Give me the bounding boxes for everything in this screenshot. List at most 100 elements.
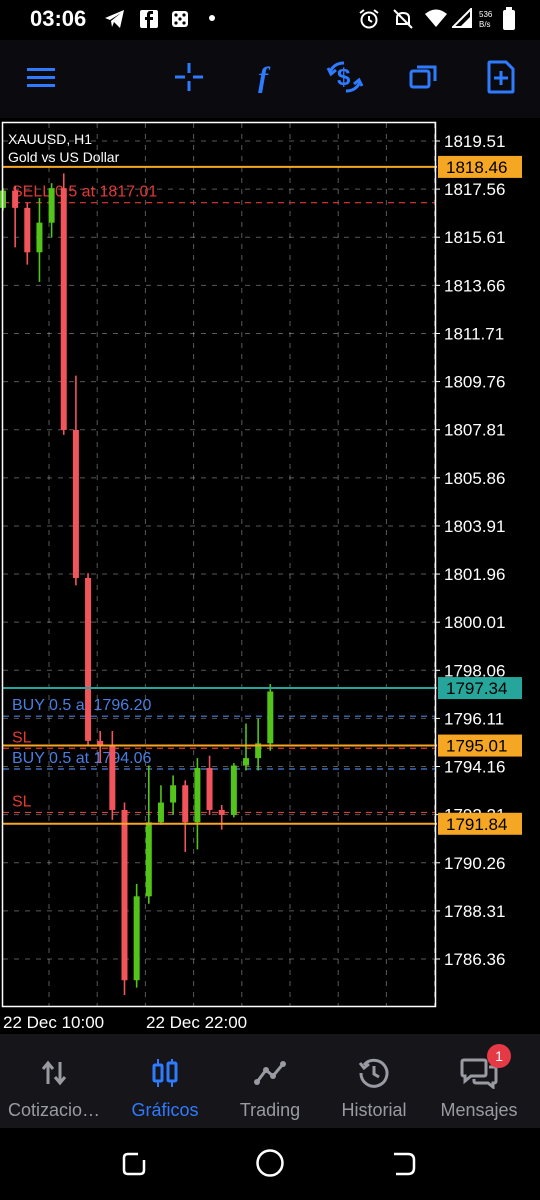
- price-axis: 1819.51 1817.56 1815.61 1813.66 1811.71 1809.…: [436, 132, 505, 969]
- wifi-icon: [425, 9, 447, 27]
- y-tick-label: 1788.31: [444, 902, 505, 921]
- y-tick-label: 1819.51: [444, 132, 505, 151]
- function-icon: f: [258, 61, 271, 93]
- chart-grid: [3, 123, 436, 1006]
- toolbar: f $: [0, 40, 540, 118]
- y-tick-label: 1801.96: [444, 565, 505, 584]
- svg-text:536: 536: [479, 10, 493, 19]
- candles: [0, 173, 274, 996]
- y-tick-label: 1817.56: [444, 180, 505, 199]
- mute-icon: [393, 9, 413, 29]
- y-tick-label: 1805.86: [444, 469, 505, 488]
- chart-description: Gold vs US Dollar: [8, 149, 120, 165]
- y-tick-label: 1794.16: [444, 758, 505, 777]
- price-tags: 1818.46 1797.34 1795.01 1791.84: [3, 155, 522, 835]
- nav-charts[interactable]: Gráficos: [111, 1034, 219, 1128]
- price-tag-label: 1818.46: [446, 158, 507, 177]
- alarm-icon: [359, 9, 379, 29]
- bottom-navigation: Cotizacio… Gráficos Trading Historial Me…: [0, 1034, 540, 1128]
- y-tick-label: 1790.26: [444, 854, 505, 873]
- x-tick-label: 22 Dec 10:00: [3, 1013, 104, 1032]
- chart-frame: [1, 121, 437, 1008]
- sort-arrows-icon: [41, 1060, 67, 1086]
- candle-body: [36, 222, 43, 253]
- net-speed-text: 536 B/s: [479, 10, 493, 29]
- chart-area[interactable]: SELL 0.5 at 1817.01 BUY 0.5 at 1796.20 BUY…: [0, 118, 540, 1034]
- candle-body: [170, 785, 177, 803]
- candle-body: [24, 207, 31, 253]
- home-icon[interactable]: [255, 1148, 285, 1178]
- candle-body: [85, 578, 92, 741]
- price-tag-label: 1797.34: [446, 679, 507, 698]
- trade-icon: $: [326, 61, 364, 93]
- y-tick-label: 1786.36: [444, 950, 505, 969]
- status-bar: 03:06 536 B/s: [0, 0, 540, 40]
- svg-text:$: $: [337, 64, 351, 91]
- nav-trading[interactable]: Trading: [216, 1034, 324, 1128]
- trend-icon: [254, 1061, 286, 1085]
- y-tick-label: 1815.61: [444, 228, 505, 247]
- dice-icon: [172, 11, 188, 27]
- crosshair-icon: [175, 63, 203, 91]
- y-tick-label: 1813.66: [444, 276, 505, 295]
- nav-messages[interactable]: Mensajes 1: [425, 1034, 533, 1128]
- signal-icon: [452, 8, 472, 28]
- y-tick-label: 1809.76: [444, 373, 505, 392]
- candle-body: [12, 190, 19, 208]
- candle-body: [133, 896, 140, 981]
- nav-label: Gráficos: [131, 1100, 199, 1120]
- windows-button[interactable]: [400, 54, 446, 100]
- battery-icon: [503, 7, 515, 30]
- order-line-label: SELL 0.5 at 1817.01: [12, 184, 157, 201]
- y-tick-label: 1803.91: [444, 517, 505, 536]
- candle-body: [230, 765, 237, 815]
- price-tag-label: 1791.84: [446, 815, 507, 834]
- x-tick-label: 22 Dec 22:00: [146, 1013, 247, 1032]
- candle-body: [194, 768, 201, 823]
- y-tick-label: 1811.71: [444, 324, 504, 343]
- price-tag-label: 1795.01: [446, 737, 507, 756]
- y-tick-label: 1807.81: [444, 421, 505, 440]
- candle-body: [206, 768, 213, 810]
- nav-quotes[interactable]: Cotizacio…: [0, 1034, 108, 1128]
- candle-body: [72, 429, 79, 579]
- order-line-label: BUY 0.5 at 1796.20: [12, 697, 151, 714]
- menu-icon: [27, 68, 55, 87]
- candle-body: [121, 809, 128, 981]
- recents-icon[interactable]: [120, 1150, 148, 1178]
- candle-body: [48, 188, 55, 223]
- back-icon[interactable]: [390, 1150, 418, 1178]
- y-tick-label: 1796.11: [444, 709, 504, 728]
- facebook-icon: [140, 10, 158, 28]
- candle-body: [218, 809, 225, 815]
- svg-text:f: f: [258, 61, 271, 93]
- nav-label: Historial: [341, 1100, 407, 1120]
- crosshair-button[interactable]: [166, 54, 212, 100]
- nav-history[interactable]: Historial: [320, 1034, 428, 1128]
- chart-symbol: XAUUSD, H1: [8, 131, 92, 147]
- telegram-icon: [105, 10, 124, 28]
- candle-body: [267, 691, 274, 744]
- order-line-label: BUY 0.5 at 1794.06: [12, 750, 151, 767]
- order-line-label: SL: [12, 729, 32, 746]
- status-time: 03:06: [30, 6, 87, 31]
- candle-body: [60, 188, 67, 430]
- new-order-button[interactable]: [478, 54, 524, 100]
- history-icon: [358, 1058, 389, 1088]
- candle-body: [157, 802, 164, 823]
- nav-label: Mensajes: [440, 1100, 518, 1120]
- windows-icon: [409, 65, 437, 89]
- order-line-label: SL: [12, 793, 32, 810]
- indicators-button[interactable]: f: [244, 54, 290, 100]
- y-tick-label: 1800.01: [444, 613, 505, 632]
- unread-badge: 1: [487, 1044, 511, 1068]
- trade-button[interactable]: $: [322, 54, 368, 100]
- menu-button[interactable]: [18, 54, 64, 100]
- candle-body: [109, 745, 116, 810]
- system-navigation: [0, 1128, 540, 1200]
- candle-body: [145, 822, 152, 897]
- price-chart[interactable]: SELL 0.5 at 1817.01 BUY 0.5 at 1796.20 BUY…: [0, 118, 540, 1034]
- nav-label: Trading: [239, 1100, 301, 1120]
- candles-icon: [152, 1059, 178, 1087]
- nav-label: Cotizacio…: [7, 1100, 101, 1120]
